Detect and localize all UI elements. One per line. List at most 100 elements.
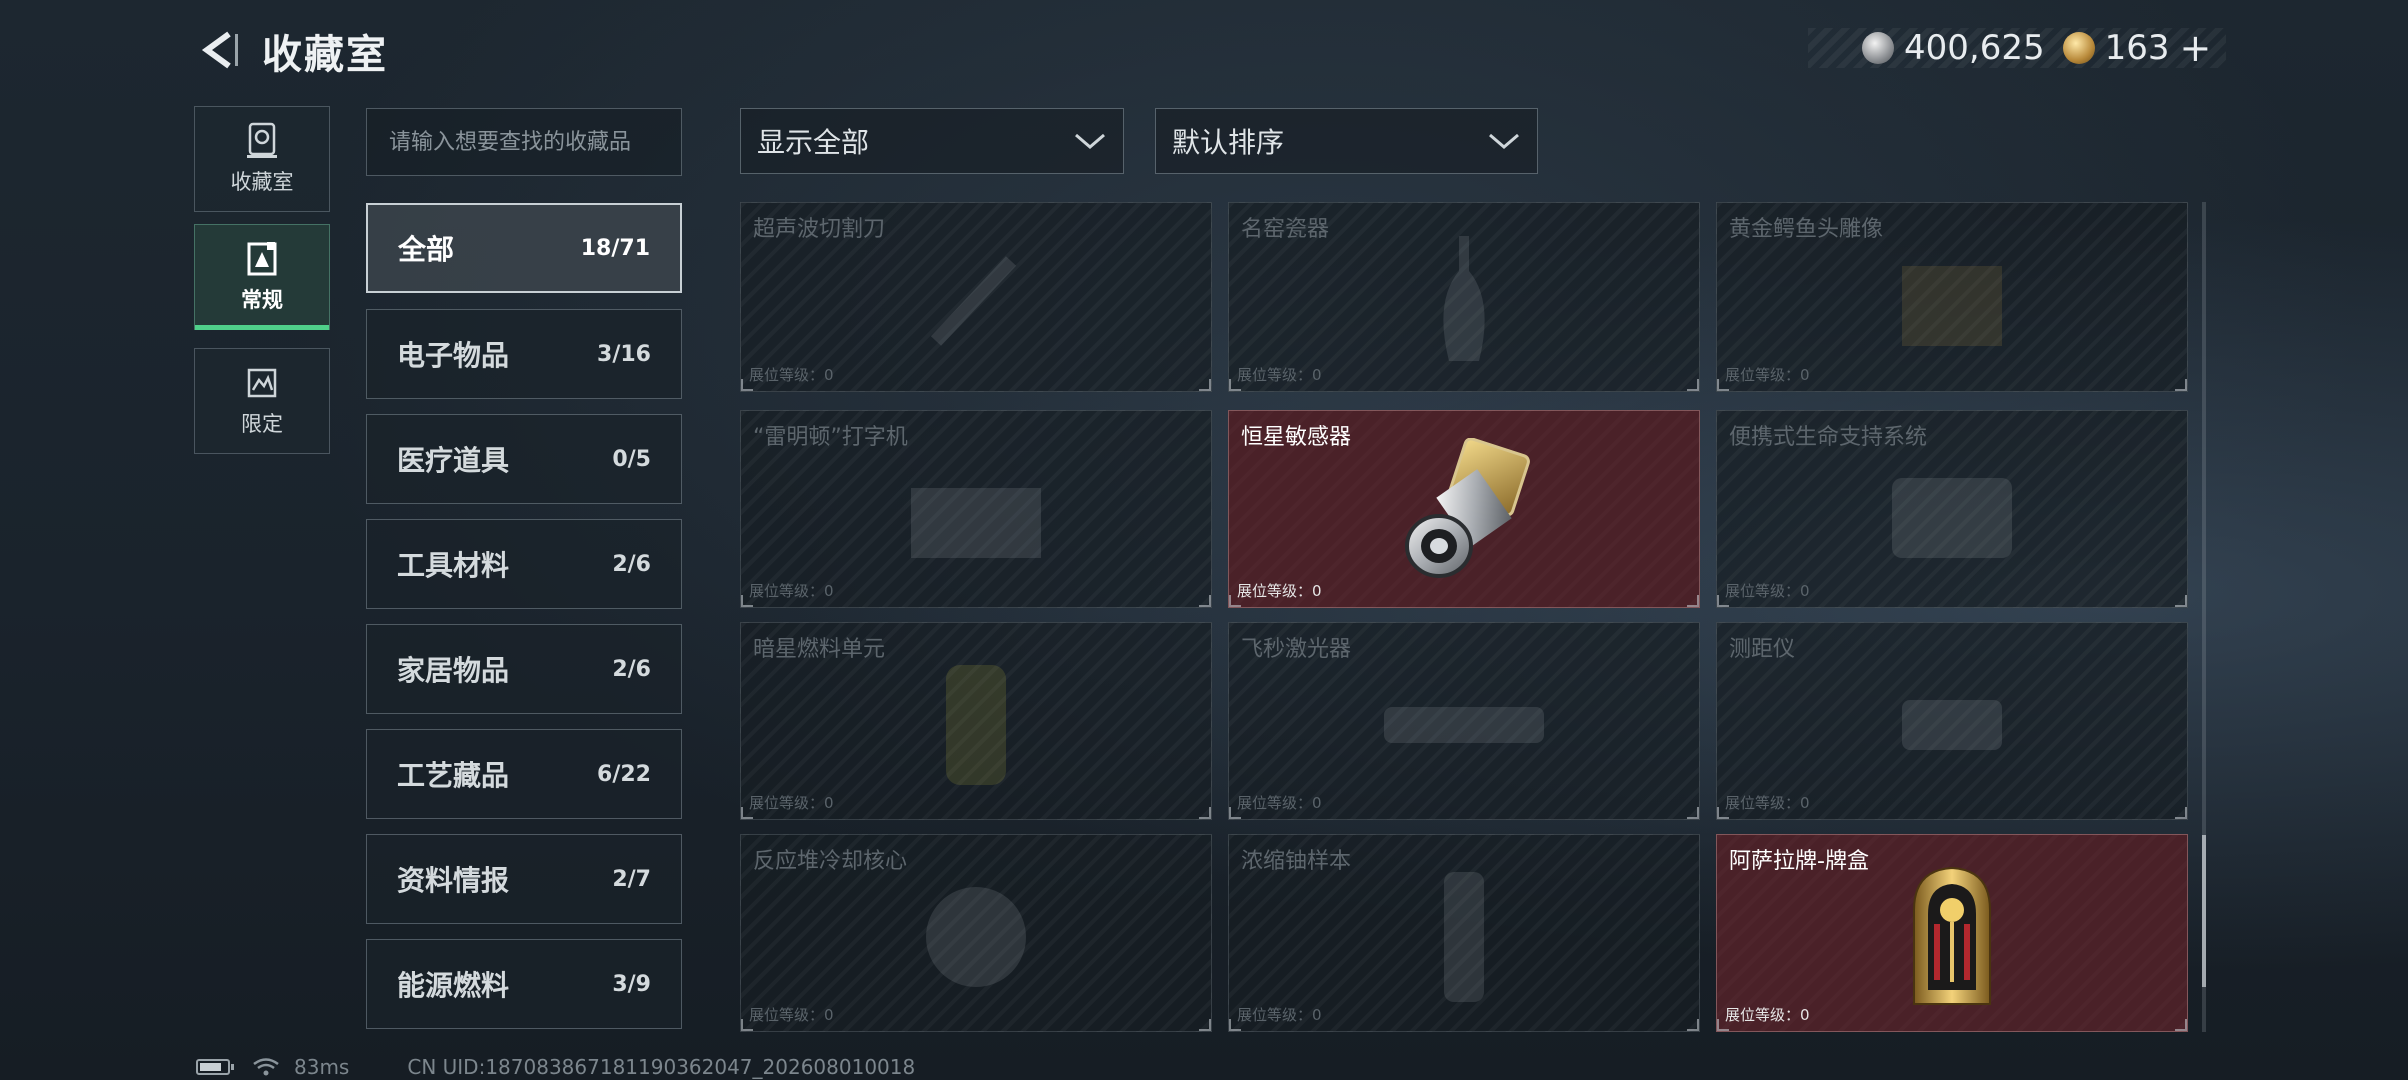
category-name: 资料情报 bbox=[397, 864, 510, 897]
typewriter-icon bbox=[911, 487, 1041, 558]
item-level: 展位等级：0 bbox=[1237, 366, 1322, 384]
category-count: 2/6 bbox=[612, 656, 651, 682]
item-name: “雷明顿”打字机 bbox=[753, 425, 908, 450]
ping-value: 83ms bbox=[294, 1055, 350, 1079]
item-name: 阿萨拉牌-牌盒 bbox=[1729, 849, 1869, 874]
currency-panel: 400,625 163 + bbox=[1808, 26, 2226, 70]
item-card[interactable]: “雷明顿”打字机 展位等级：0 bbox=[740, 410, 1212, 608]
dark-star-fuel-cell-icon bbox=[946, 664, 1006, 785]
porcelain-vase-icon bbox=[1443, 235, 1485, 361]
silver-coin-icon bbox=[1862, 32, 1894, 64]
dropdown-value: 显示全部 bbox=[757, 126, 870, 159]
add-currency-button[interactable]: + bbox=[2180, 26, 2212, 70]
category-name: 工艺藏品 bbox=[397, 759, 510, 792]
silver-balance: 400,625 bbox=[1904, 28, 2045, 68]
item-name: 反应堆冷却核心 bbox=[753, 849, 908, 874]
nav-label: 限定 bbox=[241, 412, 283, 436]
item-card[interactable]: 暗星燃料单元 展位等级：0 bbox=[740, 622, 1212, 820]
item-card[interactable]: 黄金鳄鱼头雕像 展位等级：0 bbox=[1716, 202, 2188, 392]
gold-balance: 163 bbox=[2104, 28, 2170, 68]
chevron-down-icon bbox=[1489, 133, 1519, 149]
chevron-down-icon bbox=[1075, 133, 1105, 149]
limited-icon bbox=[247, 368, 277, 398]
item-name: 黄金鳄鱼头雕像 bbox=[1729, 217, 1884, 242]
item-name: 测距仪 bbox=[1729, 637, 1796, 662]
nav-collection-room[interactable]: 收藏室 bbox=[194, 106, 330, 212]
star-sensor-icon bbox=[1405, 437, 1530, 578]
category-count: 0/5 bbox=[612, 446, 651, 472]
item-level: 展位等级：0 bbox=[1725, 582, 1810, 600]
item-level: 展位等级：0 bbox=[1237, 794, 1322, 812]
item-card[interactable]: 便携式生命支持系统 展位等级：0 bbox=[1716, 410, 2188, 608]
category-name: 家居物品 bbox=[397, 654, 510, 687]
nav-limited[interactable]: 限定 bbox=[194, 348, 330, 454]
item-name: 超声波切割刀 bbox=[753, 217, 886, 242]
life-support-system-icon bbox=[1892, 477, 2012, 558]
item-level: 展位等级：0 bbox=[1725, 794, 1810, 812]
reactor-cooling-core-icon bbox=[926, 886, 1026, 987]
item-level: 展位等级：0 bbox=[749, 794, 834, 812]
item-level: 展位等级：0 bbox=[1237, 582, 1322, 600]
gold-coin-icon bbox=[2062, 32, 2095, 64]
item-card[interactable]: 反应堆冷却核心 展位等级：0 bbox=[740, 834, 1212, 1032]
category-count: 2/7 bbox=[612, 866, 651, 892]
golden-crocodile-statue-icon bbox=[1902, 265, 2002, 346]
category-count: 3/9 bbox=[612, 971, 651, 997]
category-name: 全部 bbox=[398, 233, 455, 266]
item-level: 展位等级：0 bbox=[1237, 1006, 1322, 1024]
enriched-uranium-sample-icon bbox=[1444, 871, 1484, 1002]
category-intel[interactable]: 资料情报 2/7 bbox=[366, 834, 682, 924]
collection-grid: 超声波切割刀 展位等级：0 名窑瓷器 展位等级：0 黄金鳄鱼头雕像 展位等级：0… bbox=[740, 202, 2188, 1032]
category-medical[interactable]: 医疗道具 0/5 bbox=[366, 414, 682, 504]
display-filter-dropdown[interactable]: 显示全部 bbox=[740, 108, 1124, 174]
category-count: 2/6 bbox=[612, 551, 651, 577]
item-card[interactable]: 超声波切割刀 展位等级：0 bbox=[740, 202, 1212, 392]
category-crafts[interactable]: 工艺藏品 6/22 bbox=[366, 729, 682, 819]
item-name: 名窑瓷器 bbox=[1241, 217, 1330, 242]
back-arrow-icon[interactable] bbox=[195, 28, 239, 72]
category-energy[interactable]: 能源燃料 3/9 bbox=[366, 939, 682, 1029]
regular-icon bbox=[247, 242, 277, 276]
item-name: 浓缩铀样本 bbox=[1241, 849, 1352, 874]
category-name: 工具材料 bbox=[397, 549, 510, 582]
nav-label: 收藏室 bbox=[230, 170, 294, 194]
item-card-owned[interactable]: 恒星敏感器 展位等级：0 bbox=[1228, 410, 1700, 608]
item-level: 展位等级：0 bbox=[749, 366, 834, 384]
rangefinder-icon bbox=[1902, 699, 2002, 750]
dropdown-value: 默认排序 bbox=[1172, 126, 1285, 159]
item-name: 飞秒激光器 bbox=[1241, 637, 1352, 662]
category-count: 3/16 bbox=[597, 341, 651, 367]
category-count: 18/71 bbox=[580, 235, 650, 261]
item-name: 便携式生命支持系统 bbox=[1729, 425, 1928, 450]
item-card-owned[interactable]: 阿萨拉牌-牌盒 展位等级：0 bbox=[1716, 834, 2188, 1032]
item-level: 展位等级：0 bbox=[749, 1006, 834, 1024]
category-household[interactable]: 家居物品 2/6 bbox=[366, 624, 682, 714]
collection-room-icon bbox=[247, 122, 277, 158]
item-level: 展位等级：0 bbox=[1725, 366, 1810, 384]
category-name: 电子物品 bbox=[397, 339, 510, 372]
category-all[interactable]: 全部 18/71 bbox=[366, 203, 682, 293]
item-card[interactable]: 飞秒激光器 展位等级：0 bbox=[1228, 622, 1700, 820]
item-level: 展位等级：0 bbox=[749, 582, 834, 600]
scrollbar-thumb[interactable] bbox=[2202, 835, 2206, 987]
search-input[interactable] bbox=[366, 108, 682, 176]
item-card[interactable]: 测距仪 展位等级：0 bbox=[1716, 622, 2188, 820]
page-title: 收藏室 bbox=[262, 32, 388, 78]
item-name: 恒星敏感器 bbox=[1241, 425, 1352, 450]
ultrasonic-cutter-icon bbox=[930, 255, 1017, 346]
user-uid: CN UID:187083867181190362047_20260801001… bbox=[407, 1055, 916, 1079]
category-count: 6/22 bbox=[597, 761, 651, 787]
category-electronics[interactable]: 电子物品 3/16 bbox=[366, 309, 682, 399]
item-card[interactable]: 浓缩铀样本 展位等级：0 bbox=[1228, 834, 1700, 1032]
item-level: 展位等级：0 bbox=[1725, 1006, 1810, 1024]
femtosecond-laser-icon bbox=[1384, 706, 1544, 743]
category-name: 医疗道具 bbox=[397, 444, 510, 477]
item-name: 暗星燃料单元 bbox=[753, 637, 886, 662]
category-tools[interactable]: 工具材料 2/6 bbox=[366, 519, 682, 609]
category-name: 能源燃料 bbox=[397, 969, 510, 1002]
nav-regular[interactable]: 常规 bbox=[194, 224, 330, 330]
battery-icon bbox=[196, 1059, 234, 1075]
card-box-icon bbox=[1913, 866, 1991, 1005]
item-card[interactable]: 名窑瓷器 展位等级：0 bbox=[1228, 202, 1700, 392]
sort-dropdown[interactable]: 默认排序 bbox=[1155, 108, 1538, 174]
